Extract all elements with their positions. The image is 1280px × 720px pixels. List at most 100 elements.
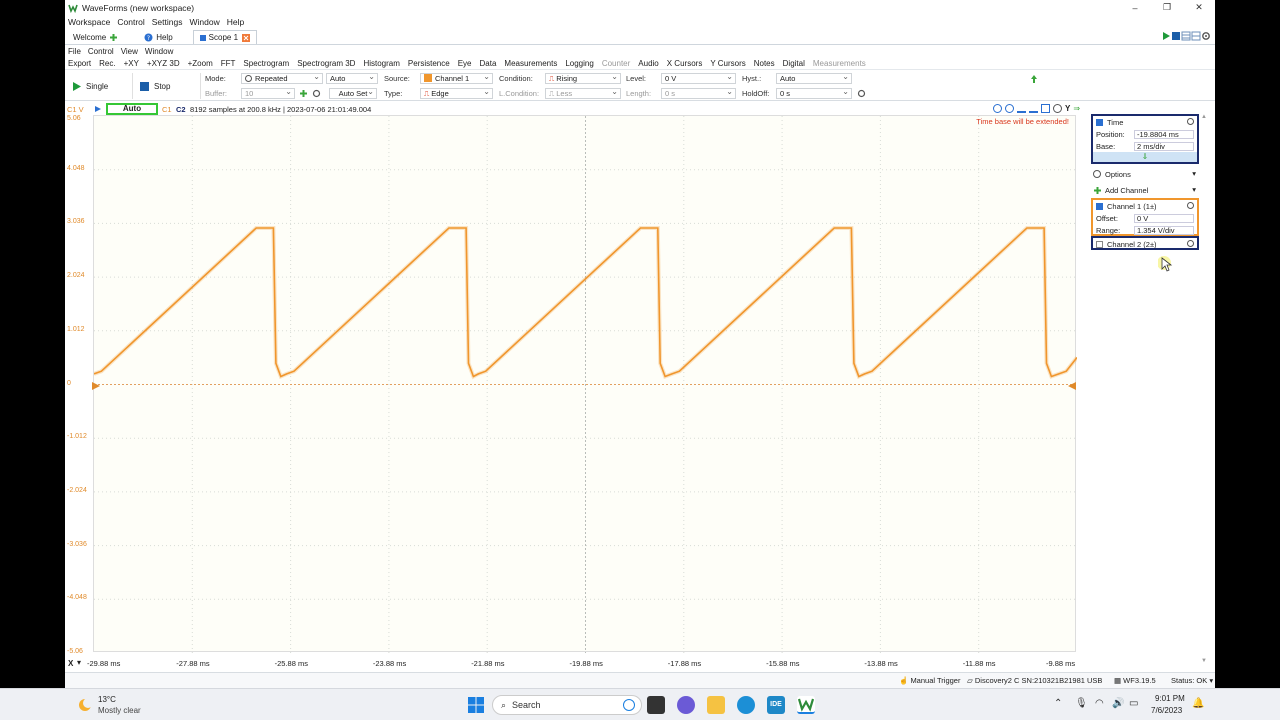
toolbar-x-cursors[interactable]: X Cursors bbox=[667, 59, 703, 68]
zoom-in-icon[interactable] bbox=[993, 104, 1002, 113]
add-channel-row[interactable]: Add Channel ▾ bbox=[1090, 184, 1200, 196]
arrow-up-icon[interactable] bbox=[1030, 74, 1038, 84]
stop-button[interactable]: Stop bbox=[135, 73, 201, 99]
channel-2-settings-icon[interactable] bbox=[1187, 240, 1194, 247]
menu-settings[interactable]: Settings bbox=[152, 17, 183, 27]
clock-time[interactable]: 9:01 PM bbox=[1155, 694, 1185, 703]
trigger-level-marker-right-icon[interactable] bbox=[1068, 382, 1076, 390]
y-axis-toggle-icon[interactable]: Y bbox=[1065, 104, 1070, 113]
device-info[interactable]: ▱ Discovery2 C SN:210321B21981 USB bbox=[967, 676, 1102, 685]
arrow-right-icon[interactable]: ⇒ bbox=[1073, 104, 1080, 113]
base-select[interactable]: 2 ms/div bbox=[1134, 142, 1194, 151]
tab-scope-1[interactable]: Scope 1 bbox=[192, 30, 258, 44]
menu-control[interactable]: Control bbox=[117, 17, 144, 27]
plot-settings-icon[interactable] bbox=[1053, 104, 1062, 113]
toolbar-digital[interactable]: Digital bbox=[783, 59, 805, 68]
channel-1-checkbox[interactable] bbox=[1096, 202, 1103, 210]
toolbar-data[interactable]: Data bbox=[480, 59, 497, 68]
toolbar-rec[interactable]: Rec. bbox=[99, 59, 115, 68]
plus-icon[interactable] bbox=[109, 33, 118, 42]
manual-trigger-button[interactable]: ☝ Manual Trigger bbox=[899, 676, 960, 685]
submenu-view[interactable]: View bbox=[121, 47, 138, 56]
mode-select[interactable]: Repeated bbox=[241, 72, 323, 84]
channel-1-settings-icon[interactable] bbox=[1187, 202, 1194, 209]
time-expand-icon[interactable]: ⇓ bbox=[1093, 152, 1197, 162]
channel-2-header[interactable]: Channel 2 (2±) bbox=[1093, 238, 1197, 250]
zoom-y-icon[interactable] bbox=[1029, 104, 1038, 113]
trigger-level-marker-icon[interactable] bbox=[92, 382, 100, 390]
toolbar-histogram[interactable]: Histogram bbox=[363, 59, 399, 68]
level-input[interactable]: 0 V bbox=[661, 72, 736, 84]
toolbar-audio[interactable]: Audio bbox=[638, 59, 658, 68]
weather-temp[interactable]: 13°C bbox=[98, 695, 116, 704]
version-info[interactable]: ▦ WF3.19.5 bbox=[1114, 676, 1156, 685]
expand-arrow-icon[interactable] bbox=[94, 105, 102, 113]
wifi-icon[interactable]: ◠ bbox=[1095, 698, 1104, 709]
toolbar-xyz3d[interactable]: +XYZ 3D bbox=[147, 59, 180, 68]
mode-auto-select[interactable]: Auto bbox=[326, 72, 378, 84]
minimize-button[interactable]: – bbox=[1119, 0, 1151, 15]
file-explorer-icon[interactable] bbox=[707, 696, 725, 714]
menu-workspace[interactable]: Workspace bbox=[68, 17, 110, 27]
notification-bell-icon[interactable]: 🔔 bbox=[1192, 698, 1204, 709]
close-tab-icon[interactable] bbox=[242, 33, 251, 42]
scroll-up-icon[interactable]: ▲ bbox=[1201, 114, 1207, 120]
lcondition-select[interactable]: ⎍ Less bbox=[545, 87, 621, 99]
run-icon[interactable] bbox=[1161, 31, 1171, 41]
arduino-ide-icon[interactable]: IDE bbox=[767, 696, 785, 714]
toolbar-spectrogram[interactable]: Spectrogram bbox=[243, 59, 289, 68]
weather-desc[interactable]: Mostly clear bbox=[98, 706, 141, 715]
toolbar-export[interactable]: Export bbox=[68, 59, 91, 68]
submenu-window[interactable]: Window bbox=[145, 47, 173, 56]
windows-start-icon[interactable] bbox=[467, 696, 485, 714]
weather-moon-icon[interactable] bbox=[77, 697, 93, 713]
vertical-scrollbar[interactable]: ▲ ▼ bbox=[1200, 114, 1208, 664]
toolbar-spectrogram-3d[interactable]: Spectrogram 3D bbox=[297, 59, 355, 68]
length-input[interactable]: 0 s bbox=[661, 87, 736, 99]
tray-chevron-icon[interactable]: ⌃ bbox=[1054, 698, 1062, 709]
source-select[interactable]: Channel 1 bbox=[420, 72, 493, 84]
channel-1-header[interactable]: Channel 1 (1±) bbox=[1093, 200, 1197, 212]
toolbar-fft[interactable]: FFT bbox=[221, 59, 236, 68]
range-select[interactable]: 1.354 V/div bbox=[1134, 226, 1194, 235]
buffer-input[interactable]: 10 bbox=[241, 87, 295, 99]
channel-2-checkbox[interactable] bbox=[1096, 240, 1103, 248]
time-checkbox[interactable] bbox=[1096, 118, 1103, 126]
toolbar-logging[interactable]: Logging bbox=[565, 59, 593, 68]
x-axis-menu-icon[interactable]: ▾ bbox=[77, 658, 81, 667]
tab-help[interactable]: ? Help bbox=[138, 30, 178, 44]
microphone-icon[interactable]: 🎙 bbox=[1075, 698, 1088, 709]
buffer-settings-icon[interactable] bbox=[312, 89, 321, 98]
tab-welcome[interactable]: Welcome bbox=[67, 30, 124, 44]
task-view-icon[interactable] bbox=[647, 696, 665, 714]
holdoff-settings-icon[interactable] bbox=[857, 89, 866, 98]
toolbar-counter[interactable]: Counter bbox=[602, 59, 630, 68]
toolbar-zoom[interactable]: +Zoom bbox=[188, 59, 213, 68]
stop-icon[interactable] bbox=[1171, 31, 1181, 41]
auto-status-button[interactable]: Auto bbox=[106, 103, 158, 115]
holdoff-input[interactable]: 0 s bbox=[776, 87, 852, 99]
condition-select[interactable]: ⎍ Rising bbox=[545, 72, 621, 84]
offset-input[interactable]: 0 V bbox=[1134, 214, 1194, 223]
zoom-fit-icon[interactable] bbox=[1041, 104, 1050, 113]
toolbar-notes[interactable]: Notes bbox=[754, 59, 775, 68]
c2-tag[interactable]: C2 bbox=[176, 105, 186, 114]
single-button[interactable]: Single bbox=[67, 73, 133, 99]
hyst-input[interactable]: Auto bbox=[776, 72, 852, 84]
layout-split-icon[interactable] bbox=[1191, 31, 1201, 41]
auto-set-button[interactable]: Auto Set bbox=[329, 87, 377, 99]
menu-help[interactable]: Help bbox=[227, 17, 244, 27]
scroll-down-icon[interactable]: ▼ bbox=[1201, 658, 1207, 664]
toolbar-measurements-2[interactable]: Measurements bbox=[813, 59, 866, 68]
position-input[interactable]: -19.8804 ms bbox=[1134, 130, 1194, 139]
time-settings-icon[interactable] bbox=[1187, 118, 1194, 125]
c1-tag[interactable]: C1 bbox=[162, 105, 172, 114]
status-ok[interactable]: Status: OK ▾ bbox=[1171, 676, 1213, 685]
add-buffer-icon[interactable] bbox=[299, 89, 308, 98]
submenu-control[interactable]: Control bbox=[88, 47, 114, 56]
type-select[interactable]: ⎍ Edge bbox=[420, 87, 493, 99]
toolbar-y-cursors[interactable]: Y Cursors bbox=[710, 59, 745, 68]
toolbar-persistence[interactable]: Persistence bbox=[408, 59, 450, 68]
taskbar-search[interactable]: ⌕ Search bbox=[492, 695, 642, 715]
scope-plot[interactable]: Time base will be extended! bbox=[93, 115, 1079, 653]
